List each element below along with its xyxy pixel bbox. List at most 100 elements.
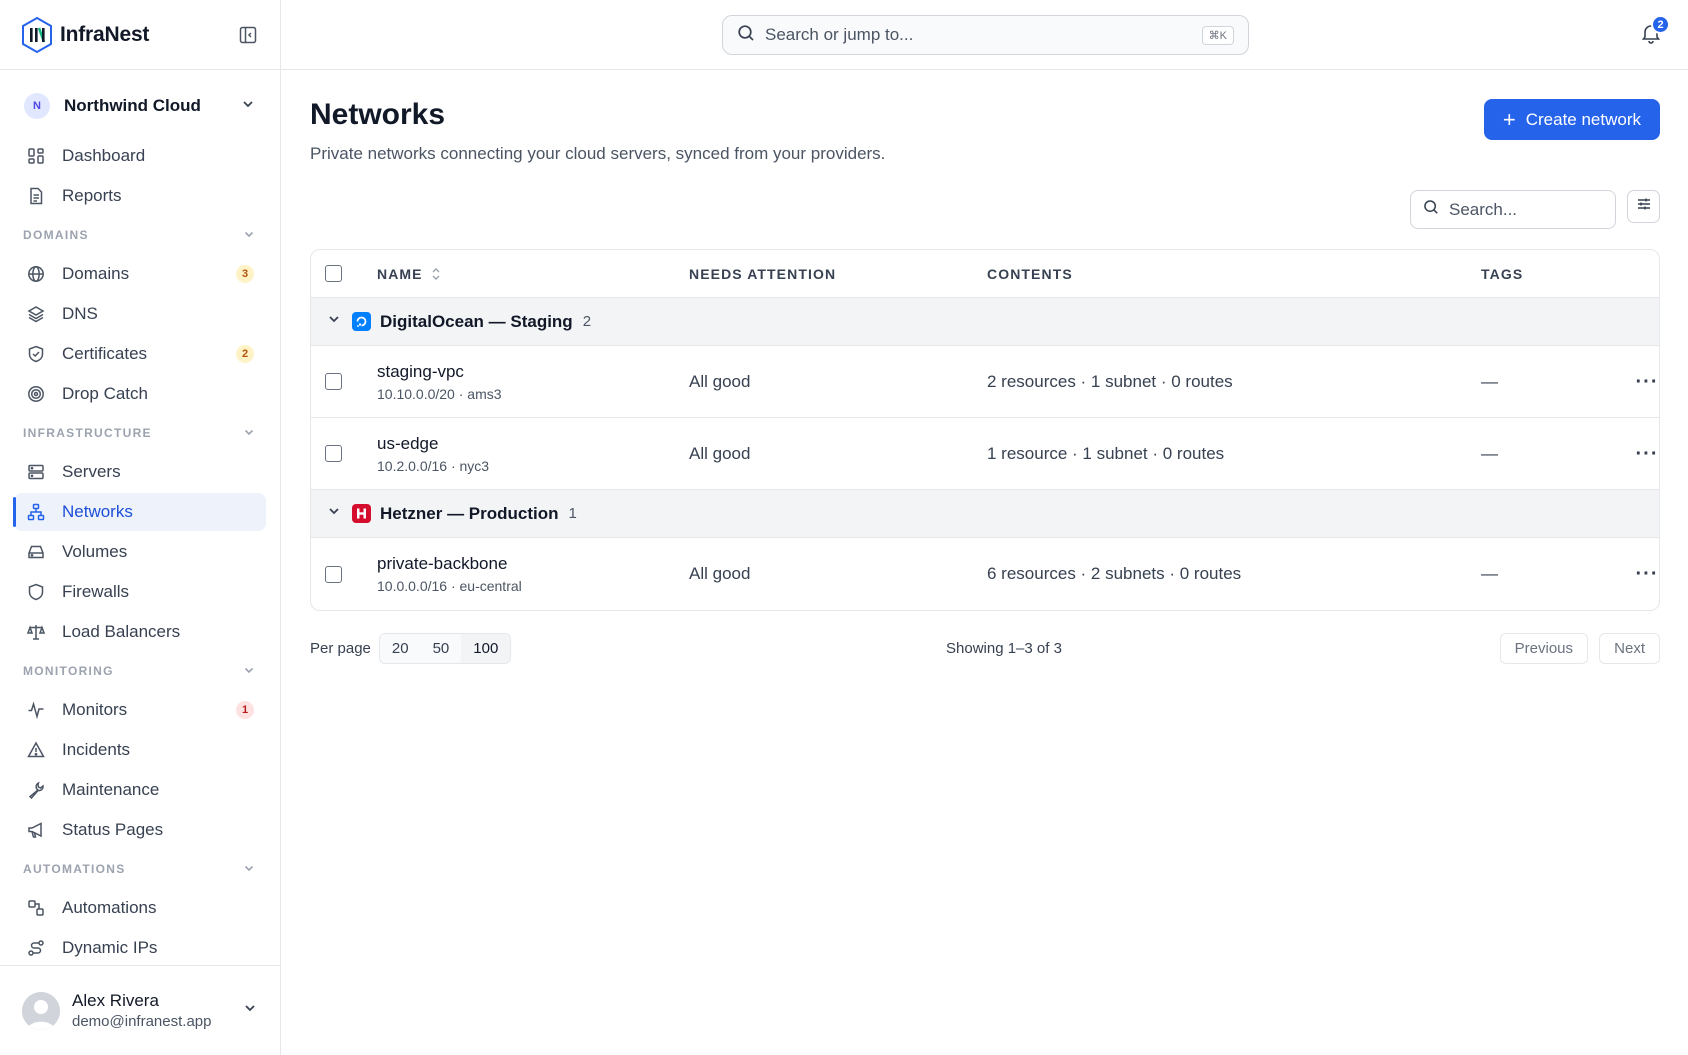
- sidebar-collapse-icon[interactable]: [236, 23, 260, 47]
- per-page-option-50[interactable]: 50: [421, 634, 462, 663]
- chevron-down-icon[interactable]: [326, 503, 342, 524]
- column-header-name[interactable]: NAME: [377, 266, 423, 282]
- row-checkbox[interactable]: [325, 565, 342, 583]
- drive-icon: [26, 542, 46, 562]
- table-search-input[interactable]: Search...: [1410, 190, 1616, 229]
- count-badge: 1: [236, 701, 254, 719]
- sidebar-item-domains[interactable]: Domains 3: [14, 255, 266, 293]
- sidebar-item-incidents[interactable]: Incidents: [14, 731, 266, 769]
- notification-count-badge: 2: [1651, 15, 1670, 34]
- chevron-down-icon: [242, 861, 256, 878]
- sidebar: InfraNest N Northwind Cloud Dashboard Re…: [0, 0, 281, 1055]
- network-name[interactable]: staging-vpc: [377, 362, 689, 382]
- group-row-digitalocean[interactable]: DigitalOcean — Staging 2: [311, 298, 1659, 346]
- next-page-button[interactable]: Next: [1599, 632, 1660, 664]
- search-icon: [1423, 199, 1439, 220]
- sidebar-item-drop-catch[interactable]: Drop Catch: [14, 375, 266, 413]
- dashboard-icon: [26, 146, 46, 166]
- globe-icon: [26, 264, 46, 284]
- sidebar-item-label: Dynamic IPs: [62, 938, 158, 957]
- global-search-input[interactable]: Search or jump to... ⌘K: [722, 15, 1249, 55]
- sidebar-item-certificates[interactable]: Certificates 2: [14, 335, 266, 373]
- network-meta: 10.0.0.0/16 · eu-central: [377, 578, 522, 594]
- sidebar-item-maintenance[interactable]: Maintenance: [14, 771, 266, 809]
- sidebar-item-label: Certificates: [62, 344, 148, 363]
- nav-section-title: MONITORING: [23, 664, 114, 678]
- group-name: DigitalOcean — Staging: [380, 311, 573, 331]
- shield-icon: [26, 582, 46, 602]
- row-checkbox[interactable]: [325, 373, 342, 390]
- create-network-button[interactable]: + Create network: [1483, 99, 1660, 140]
- network-tags: —: [1481, 443, 1498, 463]
- user-email: demo@infranest.app: [72, 1013, 212, 1030]
- sidebar-item-status-pages[interactable]: Status Pages: [14, 811, 266, 849]
- previous-page-button[interactable]: Previous: [1499, 632, 1588, 664]
- pagination: Per page 20 50 100 Showing 1–3 of 3 Prev…: [310, 632, 1660, 664]
- nav-section-automations[interactable]: AUTOMATIONS: [14, 851, 266, 887]
- column-header-attention: NEEDS ATTENTION: [689, 265, 837, 282]
- sidebar-item-networks[interactable]: Networks: [13, 493, 266, 531]
- row-checkbox[interactable]: [325, 445, 342, 462]
- sidebar-item-firewalls[interactable]: Firewalls: [14, 573, 266, 611]
- route-icon: [26, 938, 46, 958]
- avatar: [22, 991, 60, 1030]
- digitalocean-logo-icon: [352, 312, 371, 331]
- sidebar-item-label: DNS: [62, 304, 98, 323]
- more-actions-icon[interactable]: ···: [1636, 444, 1659, 464]
- sort-icon[interactable]: [431, 267, 441, 281]
- nav-section-infrastructure[interactable]: INFRASTRUCTURE: [14, 415, 266, 451]
- megaphone-icon: [26, 820, 46, 840]
- plus-icon: +: [1502, 106, 1516, 132]
- sidebar-item-label: Drop Catch: [62, 384, 148, 403]
- table-header: NAME NEEDS ATTENTION CONTENTS TAGS: [311, 250, 1659, 298]
- sidebar-item-load-balancers[interactable]: Load Balancers: [14, 613, 266, 651]
- sidebar-item-label: Monitors: [62, 700, 128, 719]
- table-row[interactable]: staging-vpc 10.10.0.0/20 · ams3 All good…: [311, 346, 1659, 418]
- sidebar-item-servers[interactable]: Servers: [14, 453, 266, 491]
- group-row-hetzner[interactable]: Hetzner — Production 1: [311, 490, 1659, 538]
- column-settings-button[interactable]: [1627, 190, 1660, 223]
- server-icon: [26, 462, 46, 482]
- target-icon: [26, 384, 46, 404]
- group-count: 1: [568, 505, 577, 522]
- chevron-down-icon: [242, 663, 256, 680]
- sidebar-item-label: Domains: [62, 264, 130, 283]
- table-row[interactable]: us-edge 10.2.0.0/16 · nyc3 All good 1 re…: [311, 418, 1659, 490]
- more-actions-icon[interactable]: ···: [1636, 564, 1659, 584]
- sidebar-nav: Dashboard Reports DOMAINS Domains 3 DNS …: [13, 137, 266, 969]
- sidebar-item-automations[interactable]: Automations: [14, 889, 266, 927]
- sidebar-item-label: Status Pages: [62, 820, 164, 839]
- per-page-option-100[interactable]: 100: [461, 633, 511, 663]
- network-name[interactable]: us-edge: [377, 434, 689, 454]
- select-all-checkbox[interactable]: [325, 265, 342, 282]
- org-switcher[interactable]: N Northwind Cloud: [24, 88, 256, 124]
- nav-section-monitoring[interactable]: MONITORING: [14, 653, 266, 689]
- notifications-button[interactable]: 2: [1640, 15, 1670, 48]
- network-meta: 10.2.0.0/16 · nyc3: [377, 457, 490, 474]
- sidebar-item-label: Incidents: [62, 740, 131, 759]
- sidebar-item-reports[interactable]: Reports: [14, 177, 266, 215]
- scale-icon: [26, 622, 46, 642]
- nav-section-domains[interactable]: DOMAINS: [14, 217, 266, 253]
- sidebar-item-dns[interactable]: DNS: [14, 295, 266, 333]
- sidebar-item-volumes[interactable]: Volumes: [14, 533, 266, 571]
- alert-triangle-icon: [26, 740, 46, 760]
- sidebar-item-dashboard[interactable]: Dashboard: [14, 137, 266, 175]
- table-row[interactable]: private-backbone 10.0.0.0/16 · eu-centra…: [311, 538, 1659, 610]
- chevron-down-icon: [242, 425, 256, 442]
- column-header-contents: CONTENTS: [987, 265, 1073, 282]
- per-page-option-20[interactable]: 20: [380, 634, 421, 663]
- sidebar-item-dynamic-ips[interactable]: Dynamic IPs: [14, 929, 266, 967]
- layers-icon: [26, 304, 46, 324]
- sidebar-item-label: Servers: [62, 462, 121, 481]
- sidebar-item-monitors[interactable]: Monitors 1: [14, 691, 266, 729]
- network-tags: —: [1481, 371, 1498, 391]
- user-menu[interactable]: Alex Rivera demo@infranest.app: [0, 965, 280, 1055]
- topbar: Search or jump to... ⌘K 2: [281, 0, 1688, 70]
- network-name[interactable]: private-backbone: [377, 554, 689, 574]
- search-icon: [737, 24, 755, 47]
- page-title: Networks: [310, 98, 446, 131]
- more-actions-icon[interactable]: ···: [1636, 372, 1659, 392]
- network-contents: 2 resources · 1 subnet · 0 routes: [987, 371, 1233, 391]
- chevron-down-icon[interactable]: [326, 311, 342, 332]
